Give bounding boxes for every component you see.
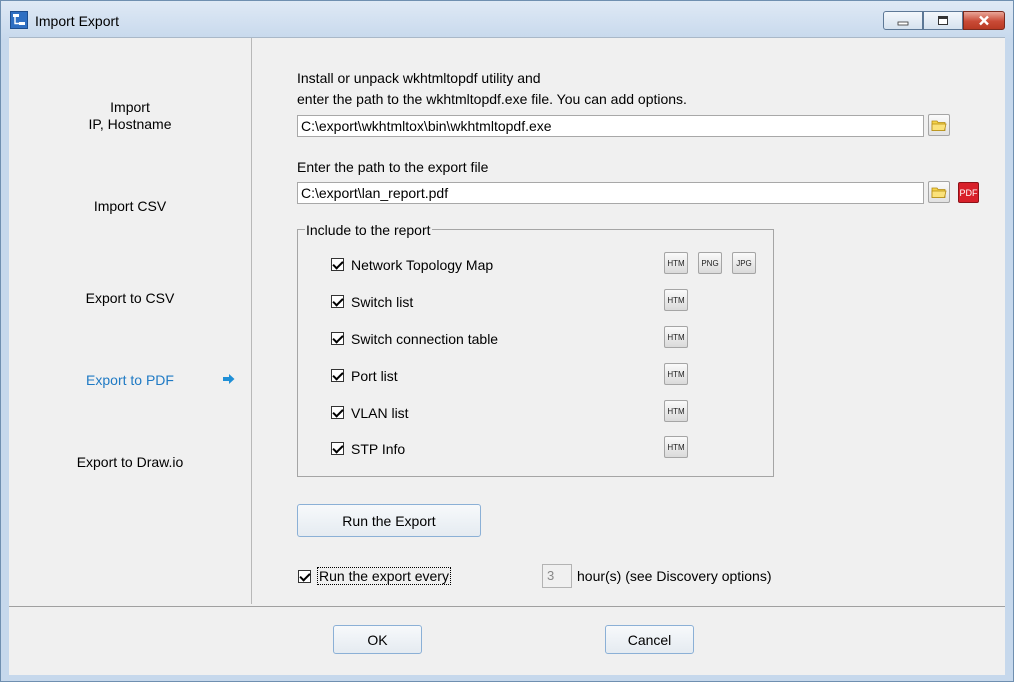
folder-icon [931,120,947,131]
run-export-schedule-checkbox[interactable] [298,570,311,583]
maximize-icon [938,16,948,25]
sidebar-item-label: Import CSV [93,198,167,214]
report-group-title: Include to the report [305,222,432,238]
report-item-label: STP Info [351,441,406,457]
htm-format-button[interactable]: HTM [664,363,688,385]
sidebar: Import IP, Hostname Import CSV Export to… [9,38,252,604]
folder-icon [931,187,947,198]
htm-format-button[interactable]: HTM [664,326,688,348]
report-item-label: Network Topology Map [351,257,494,273]
import-export-window: Import Export Import IP, Hostname Import… [0,0,1014,682]
report-item-label: Port list [351,368,398,384]
hours-interval-input[interactable]: 3 [542,564,572,588]
htm-format-button[interactable]: HTM [664,436,688,458]
app-icon [10,11,28,29]
run-export-button[interactable]: Run the Export [297,504,481,537]
sidebar-item-export-csv[interactable]: Export to CSV [9,290,251,307]
htm-format-button[interactable]: HTM [664,289,688,311]
close-button[interactable] [963,11,1005,30]
run-export-schedule-label[interactable]: Run the export every [317,567,451,585]
ok-button[interactable]: OK [333,625,422,654]
report-item-label: Switch connection table [351,331,499,347]
window-title: Import Export [35,13,120,29]
instruction-line-1: Install or unpack wkhtmltopdf utility an… [297,70,541,86]
sidebar-item-label: Export to PDF [86,372,174,388]
arrow-right-icon [223,374,235,384]
title-bar[interactable]: Import Export [1,1,1013,37]
export-file-path-input[interactable]: C:\export\lan_report.pdf [297,182,924,204]
wkhtmltopdf-path-input[interactable]: C:\export\wkhtmltox\bin\wkhtmltopdf.exe [297,115,924,137]
minimize-button[interactable] [883,11,923,30]
checkbox-port-list[interactable] [331,369,344,382]
checkbox-switch-list[interactable] [331,295,344,308]
sidebar-item-export-pdf[interactable]: Export to PDF [9,372,251,389]
export-path-label: Enter the path to the export file [297,159,489,175]
htm-format-button[interactable]: HTM [664,252,688,274]
jpg-format-button[interactable]: JPG [732,252,756,274]
htm-format-button[interactable]: HTM [664,400,688,422]
checkbox-switch-connection-table[interactable] [331,332,344,345]
sidebar-item-import-ip[interactable]: Import IP, Hostname [9,99,251,133]
report-item-label: VLAN list [351,405,409,421]
minimize-icon [897,21,909,25]
png-format-button[interactable]: PNG [698,252,722,274]
report-item-label: Switch list [351,294,414,310]
browse-export-button[interactable] [928,181,950,203]
cancel-button[interactable]: Cancel [605,625,694,654]
export-pdf-panel: Install or unpack wkhtmltopdf utility an… [252,38,1005,604]
sidebar-item-import-csv[interactable]: Import CSV [9,198,251,215]
checkbox-vlan-list[interactable] [331,406,344,419]
client-area: Import IP, Hostname Import CSV Export to… [9,37,1005,606]
close-icon [979,15,989,26]
checkbox-stp-info[interactable] [331,442,344,455]
open-pdf-button[interactable]: PDF [958,182,979,203]
sidebar-item-export-drawio[interactable]: Export to Draw.io [9,454,251,471]
checkbox-network-topology-map[interactable] [331,258,344,271]
maximize-button[interactable] [923,11,963,30]
sidebar-item-label: Import IP, Hostname [88,99,172,132]
hours-suffix-label: hour(s) (see Discovery options) [577,568,772,584]
sidebar-item-label: Export to Draw.io [76,454,184,470]
dialog-footer: OK Cancel [9,606,1005,675]
sidebar-item-label: Export to CSV [85,290,175,306]
pdf-icon: PDF [959,187,978,198]
browse-wkhtml-button[interactable] [928,114,950,136]
instruction-line-2: enter the path to the wkhtmltopdf.exe fi… [297,91,687,107]
